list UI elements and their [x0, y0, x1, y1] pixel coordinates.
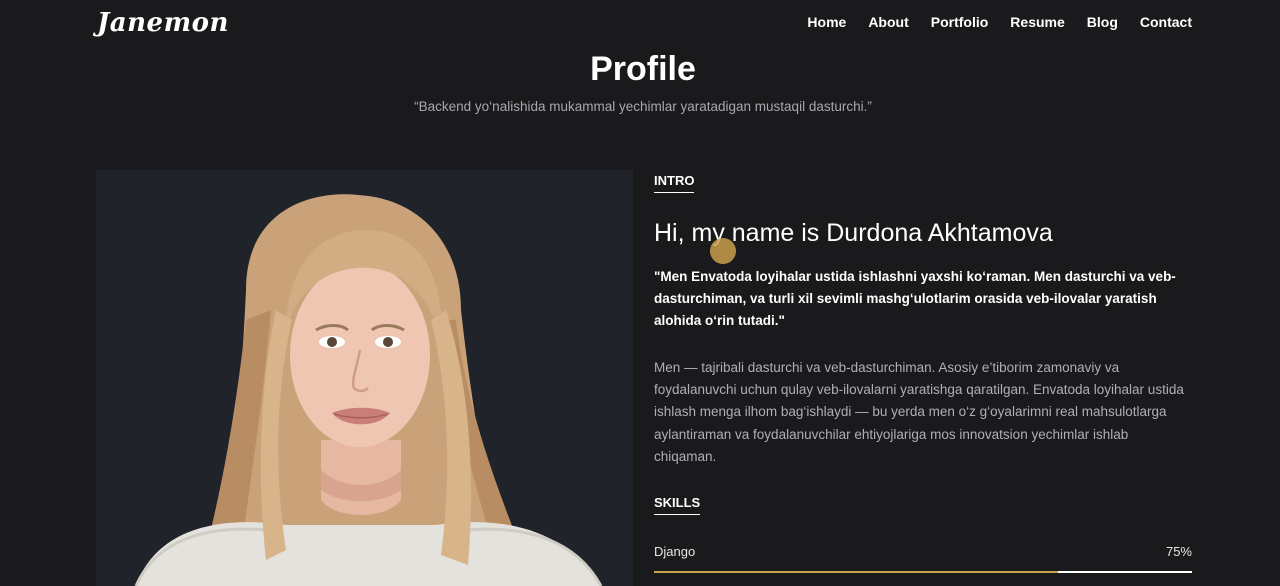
cursor-indicator [710, 238, 736, 264]
nav-contact[interactable]: Contact [1140, 14, 1192, 30]
skill-progress-fill [654, 571, 1058, 573]
portrait-illustration [134, 194, 603, 586]
page-title: Profile [590, 50, 696, 88]
profile-page: Janemon Home About Portfolio Resume Blog… [0, 0, 1280, 586]
skill-name: Django [654, 544, 696, 559]
intro-bio: Men — tajribali dasturchi va veb-dasturc… [654, 360, 1184, 464]
page-subtitle: “Backend yo‘nalishida mukammal yechimlar… [414, 99, 872, 114]
skills-label: SKILLS [654, 495, 701, 515]
skill-percent: 75% [1165, 544, 1192, 559]
profile-photo [96, 170, 633, 586]
intro-label: INTRO [654, 173, 695, 193]
nav-home[interactable]: Home [807, 14, 846, 30]
nav-about[interactable]: About [868, 14, 908, 30]
skill-progress-track [654, 571, 1192, 573]
main-nav: Home About Portfolio Resume Blog Contact [807, 14, 1192, 30]
skill-django: Django 75% [654, 544, 1192, 559]
site-logo[interactable]: Janemon [97, 8, 229, 38]
intro-quote: "Men Envatoda loyihalar ustida ishlashni… [654, 269, 1176, 328]
nav-portfolio[interactable]: Portfolio [931, 14, 989, 30]
nav-resume[interactable]: Resume [1010, 14, 1064, 30]
nav-blog[interactable]: Blog [1087, 14, 1118, 30]
